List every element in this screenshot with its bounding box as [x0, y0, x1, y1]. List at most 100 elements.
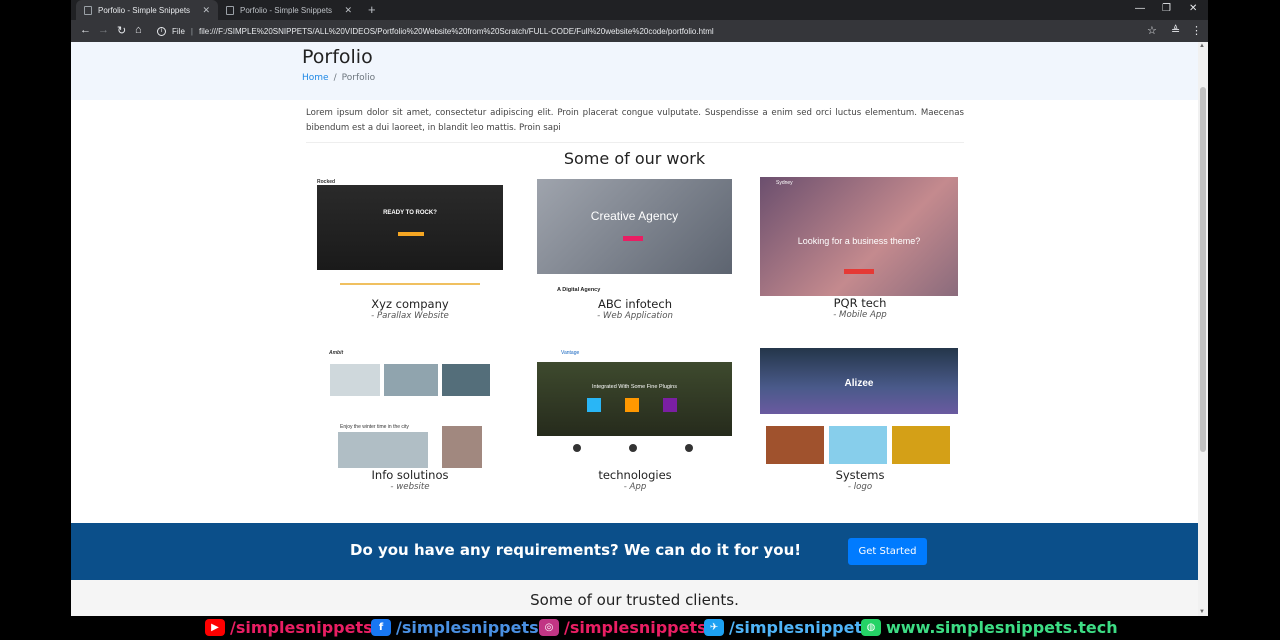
clients-section: Some of our trusted clients.	[71, 580, 1198, 616]
scrollbar[interactable]: ▲ ▼	[1198, 42, 1208, 616]
address-bar: ← → ↻ ⌂ i File | file:///F:/SIMPLE%20SNI…	[71, 20, 1208, 42]
divider	[306, 142, 964, 143]
thumb-photo	[384, 364, 438, 396]
thumb-hero	[317, 185, 503, 270]
info-icon[interactable]: i	[157, 26, 166, 36]
portfolio-thumbnail[interactable]: Alizee	[760, 348, 958, 468]
thumb-hero	[537, 179, 732, 274]
breadcrumb-current: Porfolio	[341, 73, 376, 83]
thumb-headline: Creative Agency	[590, 209, 679, 223]
portfolio-thumbnail[interactable]: Vantage Integrated With Some Fine Plugin…	[535, 348, 735, 468]
cta-banner: Do you have any requirements? We can do …	[71, 523, 1198, 580]
browser-tab-bar: Porfolio - Simple Snippets ✕ Porfolio - …	[71, 0, 1208, 20]
extension-icon[interactable]: ≜	[1171, 24, 1180, 37]
scroll-thumb[interactable]	[1200, 87, 1206, 452]
card-subtitle: - Web Application	[597, 311, 673, 321]
feature-icon	[573, 444, 581, 452]
close-window-icon[interactable]: ✕	[1189, 3, 1197, 14]
portfolio-card[interactable]: Vantage Integrated With Some Fine Plugin…	[535, 348, 735, 492]
page-viewport: Porfolio Home / Porfolio Lorem ipsum dolor…	[71, 42, 1208, 616]
card-subtitle: - website	[390, 482, 430, 492]
forward-icon[interactable]: →	[98, 24, 109, 36]
menu-icon[interactable]: ⋮	[1191, 24, 1202, 37]
thumb-headline: Integrated With Some Fine Plugins	[592, 384, 677, 390]
clients-title: Some of our trusted clients.	[530, 591, 739, 609]
card-subtitle: - Parallax Website	[371, 311, 449, 321]
tab-label: Porfolio - Simple Snippets	[240, 5, 333, 15]
back-icon[interactable]: ←	[80, 24, 91, 36]
web-icon: ◍	[861, 619, 881, 636]
bookmark-star-icon[interactable]: ☆	[1147, 24, 1157, 37]
thumb-brand: Sydney	[776, 180, 793, 186]
browser-tab-active[interactable]: Porfolio - Simple Snippets ✕	[76, 0, 218, 20]
minimize-icon[interactable]: —	[1135, 3, 1145, 14]
card-title: Xyz company	[371, 297, 449, 311]
intro-paragraph: Lorem ipsum dolor sit amet, consectetur …	[306, 108, 964, 133]
home-icon[interactable]: ⌂	[135, 24, 142, 36]
breadcrumb: Home / Porfolio	[302, 73, 375, 83]
thumb-features	[340, 283, 480, 285]
portfolio-thumbnail[interactable]: Rocked READY TO ROCK?	[310, 177, 510, 297]
breadcrumb-separator: /	[333, 73, 337, 83]
close-icon[interactable]: ✕	[344, 5, 352, 16]
page-icon	[84, 5, 92, 15]
page-icon	[226, 5, 234, 15]
scroll-down-icon[interactable]: ▼	[1199, 609, 1205, 615]
youtube-handle: /simplesnippets	[230, 618, 373, 637]
portfolio-card[interactable]: Rocked READY TO ROCK? Xyz company - Para…	[310, 177, 510, 321]
plugin-icon	[625, 398, 639, 412]
browser-tab[interactable]: Porfolio - Simple Snippets ✕	[218, 0, 360, 20]
get-started-button[interactable]: Get Started	[848, 538, 927, 565]
thumb-brand: Ambit	[329, 350, 344, 356]
portfolio-thumbnail[interactable]: Ambit Enjoy the winter time in the city	[310, 348, 510, 468]
instagram-link[interactable]: ◎ /simplesnippets	[539, 618, 707, 637]
card-subtitle: - logo	[847, 482, 873, 492]
thumb-photo	[829, 426, 887, 464]
page-header: Porfolio Home / Porfolio	[71, 42, 1198, 100]
thumb-headline: READY TO ROCK?	[383, 210, 437, 216]
youtube-link[interactable]: ▶ /simplesnippets	[205, 618, 373, 637]
facebook-handle: /simplesnippets	[396, 618, 539, 637]
thumb-headline: Enjoy the winter time in the city	[340, 424, 409, 430]
new-tab-button[interactable]: +	[368, 2, 376, 17]
tab-label: Porfolio - Simple Snippets	[98, 5, 191, 15]
portfolio-thumbnail[interactable]: Creative Agency A Digital Agency	[535, 177, 735, 297]
thumb-photo	[330, 364, 380, 396]
url-scheme: File	[172, 26, 185, 36]
thumb-brand: A Digital Agency	[557, 287, 601, 293]
thumb-photo	[766, 426, 824, 464]
breadcrumb-home-link[interactable]: Home	[302, 73, 329, 83]
reload-icon[interactable]: ↻	[117, 24, 126, 37]
social-bar: ▶ /simplesnippets f /simplesnippets ◎ /s…	[0, 616, 1280, 640]
thumb-photo	[892, 426, 950, 464]
thumb-photo	[442, 426, 482, 468]
twitter-link[interactable]: ✈ /simplesnippet	[704, 618, 862, 637]
thumb-photo	[338, 432, 428, 468]
website-url: www.simplesnippets.tech	[886, 618, 1118, 637]
scroll-up-icon[interactable]: ▲	[1199, 43, 1205, 49]
card-title: Info solutinos	[371, 468, 449, 482]
instagram-handle: /simplesnippets	[564, 618, 707, 637]
portfolio-card[interactable]: Sydney Looking for a business theme? PQR…	[760, 177, 960, 320]
twitter-handle: /simplesnippet	[729, 618, 863, 637]
thumb-headline: Alizee	[844, 378, 874, 389]
url-field[interactable]: i File | file:///F:/SIMPLE%20SNIPPETS/AL…	[157, 23, 1157, 39]
portfolio-thumbnail[interactable]: Sydney Looking for a business theme?	[760, 177, 958, 296]
portfolio-card[interactable]: Creative Agency A Digital Agency ABC inf…	[535, 177, 735, 321]
website-link[interactable]: ◍ www.simplesnippets.tech	[861, 618, 1118, 637]
card-title: Systems	[835, 468, 885, 482]
url-separator: |	[190, 26, 193, 36]
youtube-icon: ▶	[205, 619, 225, 636]
thumb-button	[623, 236, 643, 241]
restore-icon[interactable]: ❐	[1162, 3, 1171, 14]
facebook-link[interactable]: f /simplesnippets	[371, 618, 539, 637]
portfolio-card[interactable]: Alizee Systems - logo	[760, 348, 960, 492]
twitter-icon: ✈	[704, 619, 724, 636]
plugin-icon	[663, 398, 677, 412]
cta-text: Do you have any requirements? We can do …	[350, 541, 802, 559]
instagram-icon: ◎	[539, 619, 559, 636]
thumb-button	[844, 269, 874, 274]
portfolio-card[interactable]: Ambit Enjoy the winter time in the city …	[310, 348, 510, 492]
thumb-button	[398, 232, 424, 236]
close-icon[interactable]: ✕	[202, 5, 210, 16]
